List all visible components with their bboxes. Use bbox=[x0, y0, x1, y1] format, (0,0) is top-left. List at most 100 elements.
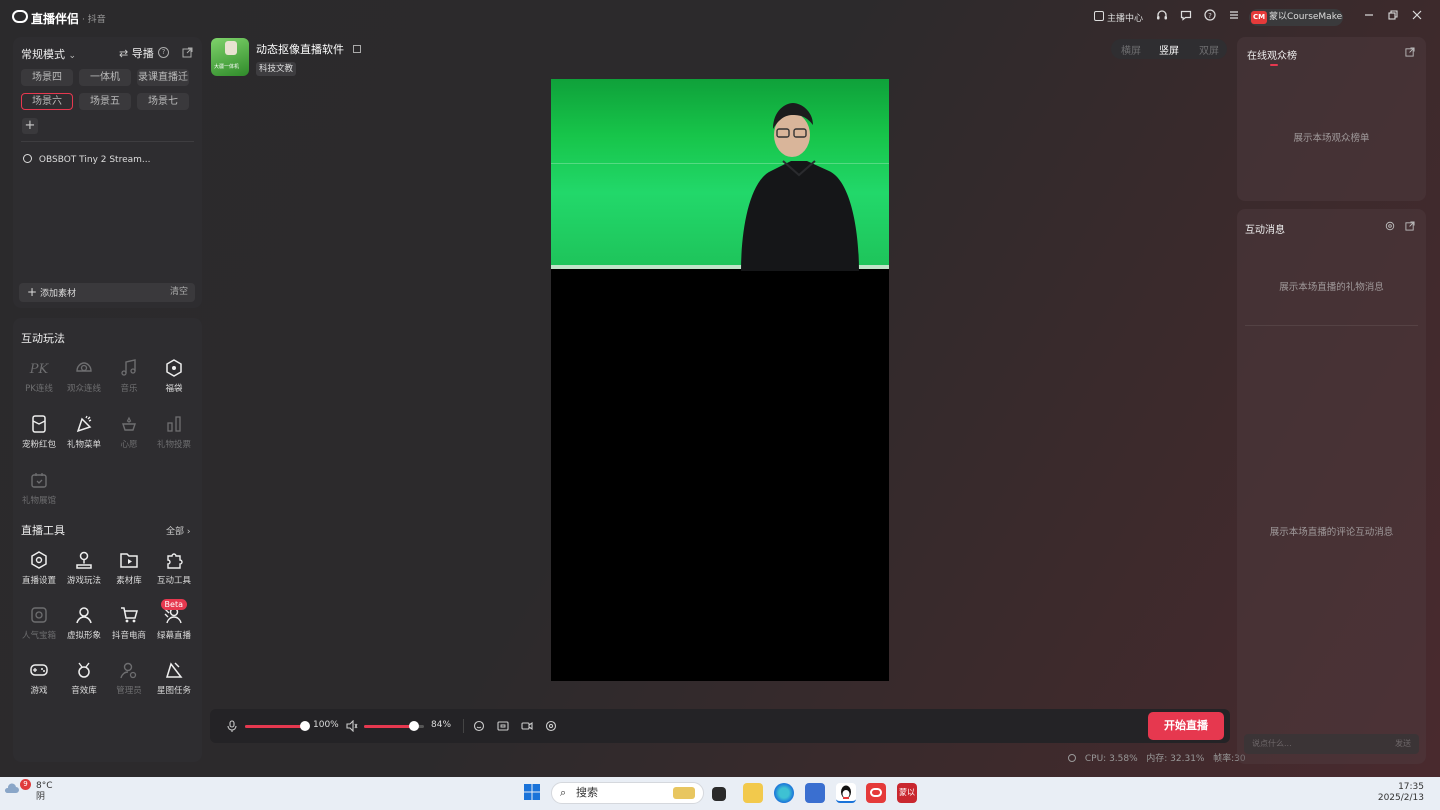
host-center-link[interactable]: 主播中心 bbox=[1107, 11, 1143, 24]
app-title: 直播伴侣 bbox=[31, 12, 80, 26]
mic-volume-knob[interactable] bbox=[300, 721, 310, 731]
orientation-dual[interactable]: 双屏 bbox=[1199, 42, 1219, 57]
tool-avatar[interactable]: 虚拟形象 bbox=[62, 605, 106, 641]
taskbar-search[interactable]: ⌕ 搜索 bbox=[551, 782, 704, 804]
admin-icon bbox=[118, 660, 140, 682]
room-thumbnail[interactable]: 大疆一体机 bbox=[211, 38, 249, 76]
tool-audience-link[interactable]: 观众连线 bbox=[62, 358, 106, 394]
speaker-volume-knob[interactable] bbox=[409, 721, 419, 731]
settings-gear-icon[interactable] bbox=[545, 720, 557, 732]
mode-selector[interactable]: 常规模式 ⌄ bbox=[21, 46, 76, 62]
material-library-icon bbox=[118, 550, 140, 572]
scene-tab[interactable]: 场景七 bbox=[137, 93, 189, 110]
restore-icon[interactable] bbox=[1387, 9, 1399, 21]
file-explorer-icon[interactable] bbox=[743, 783, 763, 803]
tools-title: 直播工具 bbox=[21, 524, 65, 537]
room-title[interactable]: 动态抠像直播软件 bbox=[256, 41, 361, 57]
weather-icon[interactable]: 9 bbox=[3, 779, 31, 795]
scene-tab[interactable]: 录课直播迁 bbox=[137, 69, 189, 86]
add-scene-button[interactable]: + bbox=[22, 118, 38, 134]
user-account[interactable]: CM 蒙以CourseMaker bbox=[1249, 9, 1343, 26]
tool-material-library[interactable]: 素材库 bbox=[107, 550, 151, 586]
chat-icon[interactable] bbox=[1180, 9, 1192, 21]
tool-treasure-box[interactable]: 人气宝箱 bbox=[17, 605, 61, 641]
beauty-icon[interactable] bbox=[473, 720, 485, 732]
scene-tab[interactable]: 场景五 bbox=[79, 93, 131, 110]
headset-icon[interactable] bbox=[1156, 9, 1168, 21]
tools-all-link[interactable]: 全部 › bbox=[166, 524, 190, 537]
add-material-button[interactable]: + 添加素材 bbox=[27, 285, 76, 299]
tool-game-play[interactable]: 游戏玩法 bbox=[62, 550, 106, 586]
tool-wish[interactable]: 心愿 bbox=[107, 414, 151, 450]
message-input-placeholder: 说点什么... bbox=[1252, 739, 1292, 748]
tool-gift-menu[interactable]: 礼物菜单 bbox=[62, 414, 106, 450]
room-category-tag[interactable]: 科技文教 bbox=[256, 62, 297, 76]
windows-start-icon[interactable] bbox=[523, 783, 543, 803]
close-icon[interactable] bbox=[1411, 9, 1423, 21]
tool-interactive[interactable]: 互动工具 bbox=[152, 550, 196, 586]
messages-settings-icon[interactable] bbox=[1385, 221, 1395, 231]
help-icon[interactable]: ? bbox=[1204, 9, 1216, 21]
interactive-title: 互动玩法 bbox=[21, 332, 65, 345]
scene-tab[interactable]: 场景四 bbox=[21, 69, 73, 86]
edit-icon[interactable] bbox=[352, 45, 361, 53]
source-item[interactable]: OBSBOT Tiny 2 Stream... bbox=[23, 154, 151, 165]
microphone-icon[interactable] bbox=[227, 720, 237, 732]
send-button[interactable]: 发送 bbox=[1395, 734, 1411, 754]
tool-green-screen[interactable]: Beta 绿幕直播 bbox=[152, 599, 196, 641]
popout-icon[interactable] bbox=[1405, 47, 1415, 57]
task-view-icon[interactable] bbox=[712, 787, 726, 801]
live-companion-taskbar-icon[interactable] bbox=[866, 783, 886, 803]
tool-music[interactable]: 音乐 bbox=[107, 358, 151, 394]
orientation-landscape[interactable]: 横屏 bbox=[1121, 42, 1141, 57]
tool-gift-vote[interactable]: 礼物投票 bbox=[152, 414, 196, 450]
scene-panel: 常规模式 ⌄ ⇄ 导播 ? 场景四 一体机 录课直播迁 场景六 场景五 场景七 … bbox=[13, 37, 202, 308]
star-task-icon bbox=[163, 660, 185, 682]
sound-effect-icon bbox=[73, 660, 95, 682]
weather-condition: 阴 bbox=[36, 792, 46, 802]
tool-game[interactable]: 游戏 bbox=[17, 660, 61, 696]
speaker-icon[interactable] bbox=[346, 720, 358, 732]
tool-star-task[interactable]: 星图任务 bbox=[152, 660, 196, 696]
message-input[interactable]: 说点什么... 发送 bbox=[1244, 734, 1419, 754]
weather-widget[interactable]: 8°C 阴 bbox=[36, 781, 53, 803]
popout-icon[interactable] bbox=[1405, 221, 1415, 231]
clear-button[interactable]: 清空 bbox=[170, 283, 188, 302]
tool-admin[interactable]: 管理员 bbox=[107, 660, 151, 696]
camera-icon[interactable] bbox=[521, 720, 533, 732]
app-mengyi-icon[interactable]: 蒙以 bbox=[897, 783, 917, 803]
store-icon[interactable] bbox=[805, 783, 825, 803]
live-preview[interactable] bbox=[551, 79, 889, 681]
speaker-volume-slider[interactable] bbox=[364, 721, 424, 731]
mic-volume-slider[interactable] bbox=[245, 721, 310, 731]
popout-icon[interactable] bbox=[182, 47, 193, 58]
orientation-portrait[interactable]: 竖屏 bbox=[1159, 42, 1179, 57]
tool-red-packet[interactable]: 宠粉红包 bbox=[17, 414, 61, 450]
audience-empty-text: 展示本场观众榜单 bbox=[1293, 133, 1370, 144]
minimize-icon[interactable] bbox=[1363, 9, 1375, 21]
screen-capture-icon[interactable] bbox=[497, 720, 509, 732]
tool-ecommerce[interactable]: 抖音电商 bbox=[107, 605, 151, 641]
tool-pk[interactable]: PK PK连线 bbox=[17, 358, 61, 394]
menu-icon[interactable] bbox=[1228, 9, 1240, 21]
source-name: OBSBOT Tiny 2 Stream... bbox=[38, 155, 151, 165]
system-clock[interactable]: 17:35 2025/2/13 bbox=[1378, 782, 1424, 804]
edge-browser-icon[interactable] bbox=[774, 783, 794, 803]
qq-icon[interactable] bbox=[836, 783, 856, 803]
scene-tab[interactable]: 一体机 bbox=[79, 69, 131, 86]
mic-volume-fill bbox=[245, 725, 305, 728]
tab-indicator bbox=[1270, 64, 1278, 66]
divider bbox=[1245, 325, 1418, 326]
weather-temp: 8°C bbox=[36, 781, 53, 791]
clock-date: 2025/2/13 bbox=[1377, 793, 1424, 803]
tool-gift-gallery[interactable]: 礼物展馆 bbox=[17, 470, 61, 506]
tool-live-settings[interactable]: 直播设置 bbox=[17, 550, 61, 586]
start-live-button[interactable]: 开始直播 bbox=[1148, 712, 1224, 740]
guide-toggle[interactable]: ⇄ 导播 bbox=[119, 45, 154, 61]
guide-help-icon[interactable]: ? bbox=[158, 47, 169, 58]
tool-sound-effect[interactable]: 音效库 bbox=[62, 660, 106, 696]
guide-label: 导播 bbox=[131, 47, 154, 60]
scene-tab-active[interactable]: 场景六 bbox=[21, 93, 73, 110]
tool-lucky-bag[interactable]: 福袋 bbox=[152, 358, 196, 394]
avatar-icon bbox=[73, 605, 95, 627]
